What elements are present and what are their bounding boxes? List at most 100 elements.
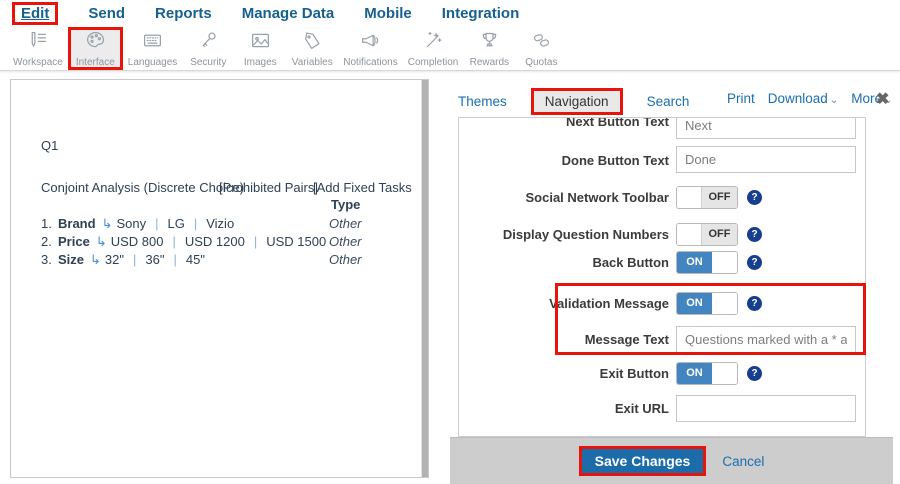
image-icon <box>249 30 272 56</box>
done-button-text-label: Done Button Text <box>459 153 669 168</box>
nav-item-mobile[interactable]: Mobile <box>364 5 412 22</box>
nav-item-manage-data[interactable]: Manage Data <box>242 5 335 22</box>
toolbar-item-label: Workspace <box>13 57 63 68</box>
trophy-icon <box>478 30 501 56</box>
attribute-row: 1.Brand↳Sony|LG|Vizio Other <box>41 216 414 234</box>
nav-item-edit[interactable]: Edit <box>12 2 58 25</box>
edit-toolbar: Workspace Interface Languages Security I… <box>0 27 900 71</box>
social-network-toolbar-toggle[interactable]: OFF <box>676 186 738 209</box>
form-footer: Save Changes Cancel <box>450 437 893 484</box>
navigation-settings-form: Next Button Text Done Button Text Social… <box>458 117 866 437</box>
toolbar-item-interface[interactable]: Interface <box>68 27 123 70</box>
display-question-numbers-toggle[interactable]: OFF <box>676 223 738 246</box>
toolbar-item-security[interactable]: Security <box>182 27 234 70</box>
help-icon[interactable]: ? <box>747 255 762 270</box>
help-icon[interactable]: ? <box>747 296 762 311</box>
download-link[interactable]: Download⌄ <box>768 91 838 106</box>
next-button-text-label: Next Button Text <box>459 117 669 129</box>
social-network-toolbar-label: Social Network Toolbar <box>459 190 669 205</box>
option-value[interactable]: USD 1500 <box>266 234 326 249</box>
workspace-icon <box>26 30 49 56</box>
prohibited-pairs-link[interactable]: [Prohibited Pairs] <box>219 180 318 195</box>
keyboard-icon <box>141 30 164 56</box>
option-value[interactable]: Sony <box>116 216 146 231</box>
toolbar-item-languages[interactable]: Languages <box>123 27 183 70</box>
attribute-type: Other <box>329 234 362 249</box>
toolbar-item-label: Variables <box>292 57 333 68</box>
tab-navigation[interactable]: Navigation <box>531 88 623 115</box>
tab-search[interactable]: Search <box>647 94 690 109</box>
toolbar-item-notifications[interactable]: Notifications <box>338 27 402 70</box>
back-button-toggle[interactable]: ON <box>676 251 738 274</box>
validation-message-toggle[interactable]: ON <box>676 292 738 315</box>
pipe-divider: | <box>254 234 257 249</box>
megaphone-icon <box>359 30 382 56</box>
row-number: 3. <box>41 252 58 267</box>
next-button-text-input[interactable] <box>676 117 856 139</box>
toolbar-item-quotas[interactable]: Quotas <box>515 27 567 70</box>
help-icon[interactable]: ? <box>747 190 762 205</box>
attribute-row: 3.Size↳32"|36"|45" Other <box>41 252 414 270</box>
toolbar-item-label: Rewards <box>470 57 509 68</box>
attribute-type: Other <box>329 252 362 267</box>
message-text-input[interactable] <box>676 326 856 353</box>
done-button-text-input[interactable] <box>676 146 856 173</box>
palette-icon <box>84 30 107 56</box>
branch-arrow-icon: ↳ <box>102 216 113 231</box>
option-value[interactable]: 32" <box>105 252 124 267</box>
attribute-name[interactable]: Size <box>58 252 84 267</box>
panel-actions: Print Download⌄ More⌄ <box>727 91 892 106</box>
exit-button-toggle[interactable]: ON <box>676 362 738 385</box>
exit-url-label: Exit URL <box>459 401 669 416</box>
toolbar-item-label: Images <box>244 57 277 68</box>
row-number: 2. <box>41 234 58 249</box>
pipe-divider: | <box>155 216 158 231</box>
exit-url-input[interactable] <box>676 395 856 422</box>
nav-item-send[interactable]: Send <box>88 5 125 22</box>
branch-arrow-icon: ↳ <box>96 234 107 249</box>
cancel-link[interactable]: Cancel <box>722 454 764 469</box>
save-changes-button[interactable]: Save Changes <box>579 446 707 476</box>
toolbar-item-images[interactable]: Images <box>234 27 286 70</box>
wand-icon <box>422 30 445 56</box>
print-link[interactable]: Print <box>727 91 755 106</box>
option-value[interactable]: 45" <box>186 252 205 267</box>
attribute-name[interactable]: Price <box>58 234 90 249</box>
validation-message-label: Validation Message <box>459 296 669 311</box>
option-value[interactable]: 36" <box>145 252 164 267</box>
back-button-label: Back Button <box>459 255 669 270</box>
pipe-divider: | <box>194 216 197 231</box>
message-text-label: Message Text <box>459 332 669 347</box>
type-column-header: Type <box>331 197 360 212</box>
chevron-down-icon: ⌄ <box>830 95 838 106</box>
toolbar-item-workspace[interactable]: Workspace <box>8 27 68 70</box>
nav-item-integration[interactable]: Integration <box>442 5 520 22</box>
attribute-name[interactable]: Brand <box>58 216 96 231</box>
toolbar-item-rewards[interactable]: Rewards <box>463 27 515 70</box>
option-value[interactable]: USD 800 <box>111 234 164 249</box>
row-number: 1. <box>41 216 58 231</box>
toolbar-item-label: Languages <box>128 57 178 68</box>
nav-item-reports[interactable]: Reports <box>155 5 212 22</box>
toolbar-item-label: Interface <box>76 57 115 68</box>
toolbar-item-label: Notifications <box>343 57 397 68</box>
chain-icon <box>530 30 553 56</box>
pipe-divider: | <box>133 252 136 267</box>
help-icon[interactable]: ? <box>747 227 762 242</box>
toolbar-item-label: Completion <box>408 57 459 68</box>
close-icon[interactable]: ✖ <box>876 89 889 109</box>
toolbar-item-label: Quotas <box>525 57 557 68</box>
tab-themes[interactable]: Themes <box>458 94 507 109</box>
option-value[interactable]: USD 1200 <box>185 234 245 249</box>
question-type-label: Conjoint Analysis (Discrete Choice) <box>41 180 244 195</box>
branch-arrow-icon: ↳ <box>90 252 101 267</box>
preview-scrollbar[interactable] <box>421 80 428 477</box>
toolbar-item-variables[interactable]: Variables <box>286 27 338 70</box>
option-value[interactable]: LG <box>168 216 185 231</box>
help-icon[interactable]: ? <box>747 366 762 381</box>
exit-button-label: Exit Button <box>459 366 669 381</box>
attribute-row: 2.Price↳USD 800|USD 1200|USD 1500 Other <box>41 234 414 252</box>
option-value[interactable]: Vizio <box>206 216 234 231</box>
add-fixed-tasks-link[interactable]: [Add Fixed Tasks <box>313 180 412 195</box>
toolbar-item-completion[interactable]: Completion <box>403 27 464 70</box>
